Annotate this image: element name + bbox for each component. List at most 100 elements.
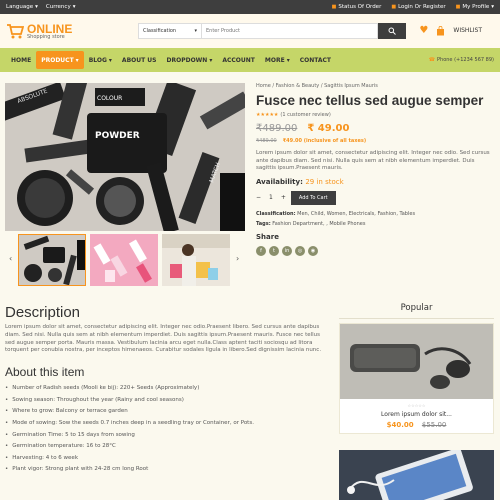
social-icons: f t in ◎ ◉ — [256, 245, 496, 256]
tags-row: Tags: Fashion Department, , Mobile Phone… — [256, 220, 366, 227]
popular-old-price: $55.00 — [421, 421, 447, 429]
twitter-icon[interactable]: t — [269, 245, 279, 256]
quantity-value[interactable]: 1 — [269, 194, 273, 201]
thumb-cosmetics-image — [19, 235, 85, 285]
popular-product-image[interactable] — [340, 324, 493, 399]
decrease-quantity-button[interactable]: − — [256, 194, 261, 201]
quantity-row: − 1 + Add To Cart — [256, 190, 496, 205]
thumbnail-1[interactable] — [18, 234, 86, 286]
product-title: Fusce nec tellus sed augue semper — [256, 93, 484, 108]
currency-selector[interactable]: Currency ▾ — [46, 4, 76, 10]
profile-link[interactable]: ■ My Profile ▾ — [456, 4, 494, 10]
classification-links[interactable]: Men, Child, Women, Electricals, Fashion,… — [297, 211, 415, 217]
short-description: Lorem ipsum dolor sit amet, consectetur … — [256, 150, 490, 171]
list-item: Plant vigor: Strong plant with 24-28 cm … — [5, 464, 330, 476]
chevron-down-icon: ▾ — [72, 4, 76, 10]
chevron-down-icon: ▾ — [108, 56, 112, 64]
search-button[interactable] — [378, 23, 406, 39]
list-item: Harvesting: 4 to 6 week — [5, 453, 330, 465]
old-price-small: ₹489.00 — [256, 138, 277, 144]
quantity-stepper: − 1 + — [256, 194, 286, 201]
popular-product-image-2[interactable] — [339, 450, 494, 500]
chevron-down-icon: ▾ — [75, 56, 79, 64]
classification-row: Classification: Men, Child, Women, Elect… — [256, 210, 416, 217]
about-list: Number of Radish seeds (Mooli ke bij): 2… — [5, 383, 330, 476]
increase-quantity-button[interactable]: + — [281, 194, 286, 201]
lock-icon: ■ — [391, 4, 397, 10]
product-main-image[interactable]: COLOUR ABSOLUTE POWDER MATCH — [5, 83, 245, 231]
thumb-next-arrow-icon[interactable]: › — [236, 254, 239, 263]
cosmetics-image: COLOUR ABSOLUTE POWDER MATCH — [5, 83, 245, 231]
chevron-down-icon: ▾ — [35, 4, 38, 10]
share-heading: Share — [256, 232, 279, 241]
tag-links[interactable]: Fashion Department, , Mobile Phones — [272, 221, 365, 227]
main-nav: HOME PRODUCT ▾ BLOG ▾ ABOUT US DROPDOWN ▾ A… — [0, 48, 500, 72]
nav-account[interactable]: ACCOUNT — [217, 51, 260, 69]
add-to-cart-button[interactable]: Add To Cart — [290, 190, 336, 205]
instagram-icon[interactable]: ◉ — [308, 245, 318, 256]
thumb-prev-arrow-icon[interactable]: ‹ — [9, 254, 12, 263]
nav-more[interactable]: MORE ▾ — [260, 51, 295, 69]
heart-icon[interactable]: ♥ — [419, 25, 428, 36]
rating-stars-icon: ★★★★★ — [256, 112, 279, 118]
search-bar: Classification ▾ — [138, 23, 406, 39]
thumbnail-2[interactable] — [90, 234, 158, 286]
popular-price-row: $40.00 $55.00 — [340, 421, 493, 433]
login-link[interactable]: ■ Login Or Register — [391, 4, 445, 10]
wishlist-link[interactable]: WISHLIST — [453, 27, 482, 34]
thumb-lipstick-image — [90, 234, 158, 286]
nav-dropdown[interactable]: DROPDOWN ▾ — [162, 51, 218, 69]
breadcrumb: Home / Fashion & Beauty / Sagittis Ipsum… — [256, 83, 378, 89]
nav-product[interactable]: PRODUCT ▾ — [36, 51, 84, 69]
availability: Availability: 29 in stock — [256, 177, 344, 186]
search-icon — [388, 27, 396, 35]
rating-row: ★★★★★ (1 customer review) — [256, 112, 496, 118]
price-detail-row: ₹489.00 ₹49.00 (inclusive of all taxes) — [256, 138, 496, 144]
chevron-down-icon: ▾ — [209, 56, 213, 64]
chevron-down-icon: ▾ — [491, 4, 494, 10]
list-item: Germination temperature: 16 to 28°C — [5, 441, 330, 453]
review-link[interactable]: (1 customer review) — [280, 112, 330, 118]
top-bar: Language ▾ Currency ▾ ■ Status Of Order ■ Lo… — [0, 0, 500, 14]
description-heading: Description — [5, 304, 81, 321]
linkedin-icon[interactable]: in — [282, 245, 292, 256]
popular-product-card[interactable]: ☆☆☆☆☆ Lorem ipsum dolor sit... $40.00 $5… — [339, 323, 494, 434]
list-item: Germination Time: 5 to 15 days from sowi… — [5, 430, 330, 442]
phone-earphones-image — [339, 450, 494, 500]
chevron-down-icon: ▾ — [194, 28, 197, 34]
list-item: Sowing season: Throughout the year (Rain… — [5, 395, 330, 407]
pinterest-icon[interactable]: ◎ — [295, 245, 305, 256]
wishlist-area: ♥ WISHLIST — [419, 25, 482, 36]
thumbnail-3[interactable] — [162, 234, 230, 286]
logo-title: ONLINE — [27, 21, 73, 36]
cart-logo-icon — [7, 24, 24, 39]
chevron-down-icon: ▾ — [286, 56, 290, 64]
tax-price: ₹49.00 (inclusive of all taxes) — [282, 138, 367, 144]
image-label-powder: POWDER — [95, 131, 140, 141]
thumb-shopping-image — [162, 234, 230, 286]
list-item: Number of Radish seeds (Mooli ke bij): 2… — [5, 383, 330, 395]
nav-about-us[interactable]: ABOUT US — [117, 51, 162, 69]
search-input[interactable] — [202, 23, 378, 39]
popular-price: $40.00 — [386, 421, 414, 429]
header: ONLINE Shopping store Classification▾ ♥ … — [0, 14, 500, 48]
category-select[interactable]: Classification ▾ — [138, 23, 202, 39]
list-item: Where to grow: Balcony or terrace garden — [5, 406, 330, 418]
new-price: ₹ 49.00 — [307, 123, 350, 134]
product-info: Home / Fashion & Beauty / Sagittis Ipsum… — [256, 83, 496, 256]
truck-icon: ■ — [331, 4, 337, 10]
stock-count: 29 in stock — [305, 177, 344, 186]
nav-contact[interactable]: CONTACT — [295, 51, 336, 69]
phone-info: ☎ Phone (+1234 567 89) — [428, 57, 494, 63]
nav-home[interactable]: HOME — [6, 51, 36, 69]
language-selector[interactable]: Language ▾ — [6, 4, 38, 10]
nav-blog[interactable]: BLOG ▾ — [84, 51, 117, 69]
logo[interactable]: ONLINE Shopping store — [6, 23, 72, 40]
bag-icon[interactable] — [436, 25, 445, 36]
thumbnail-strip — [18, 234, 230, 286]
popular-rating-stars-icon: ☆☆☆☆☆ — [407, 403, 426, 408]
popular-product-name[interactable]: Lorem ipsum dolor sit... — [340, 411, 493, 418]
order-status-link[interactable]: ■ Status Of Order — [332, 4, 382, 10]
facebook-icon[interactable]: f — [256, 245, 266, 256]
about-heading: About this item — [5, 365, 85, 380]
